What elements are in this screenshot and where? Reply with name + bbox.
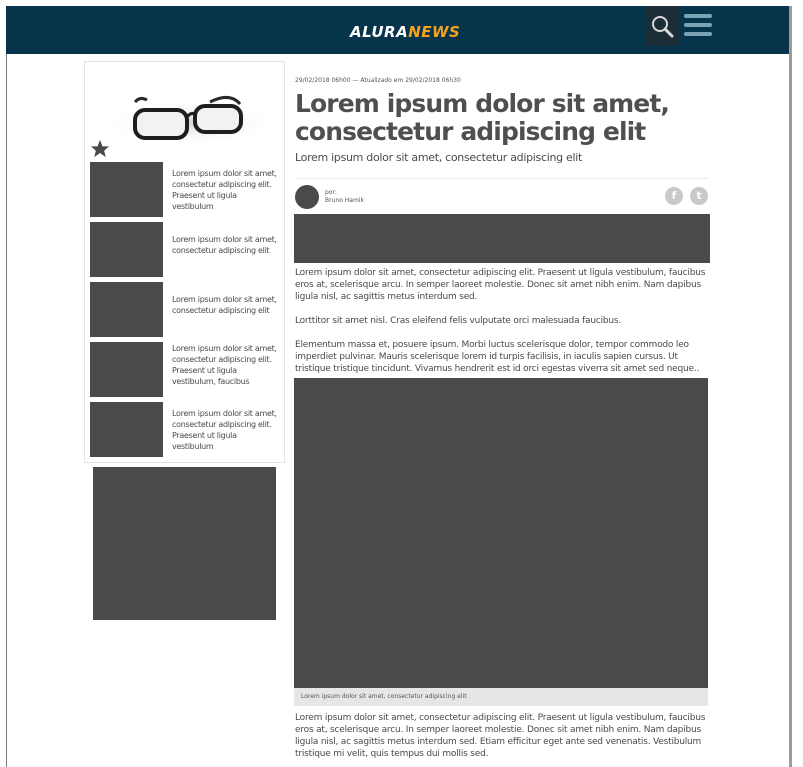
sidebar-item-text: Lorem ipsum dolor sit amet, consectetur …	[172, 409, 277, 451]
article-paragraph-1: Lorem ipsum dolor sit amet, consectetur …	[295, 268, 706, 302]
author-prefix: por:	[325, 189, 337, 196]
sidebar-item-text: Lorem ipsum dolor sit amet, consectetur …	[172, 235, 277, 255]
article-paragraph-3: Elementum massa et, posuere ipsum. Morbi…	[295, 340, 700, 374]
article-paragraph-2: Lorttitor sit amet nisl. Cras eleifend f…	[295, 316, 622, 326]
star-icon[interactable]	[90, 139, 110, 158]
article-timestamp: 29/02/2018 06h00 — Atualizado em 29/02/2…	[295, 77, 461, 84]
logo-text-news: NEWS	[408, 23, 461, 41]
sidebar-ad-placeholder[interactable]	[93, 467, 276, 620]
site-logo[interactable]: ALURANEWS	[350, 23, 460, 41]
author-byline: por: Bruno Hamik	[325, 189, 364, 205]
facebook-share-icon[interactable]: f	[665, 187, 683, 205]
sidebar-item-text: Lorem ipsum dolor sit amet, consectetur …	[172, 169, 277, 211]
sidebar-thumbnail	[90, 402, 163, 457]
twitter-share-icon[interactable]: t	[690, 187, 708, 205]
sidebar-thumbnail	[90, 222, 163, 277]
sidebar-item-3[interactable]: Lorem ipsum dolor sit amet, consectetur …	[90, 282, 280, 338]
sidebar-item-2[interactable]: Lorem ipsum dolor sit amet, consectetur …	[90, 222, 280, 278]
page-edge-shadow	[789, 6, 792, 767]
article-title: Lorem ipsum dolor sit amet, consectetur …	[295, 89, 670, 146]
sidebar-item-4[interactable]: Lorem ipsum dolor sit amet, consectetur …	[90, 342, 280, 398]
article-banner-image	[294, 214, 710, 263]
logo-text-alura: ALURA	[350, 23, 409, 41]
divider	[295, 178, 708, 179]
image-caption: Lorem ipsum dolor sit amet, consectetur …	[294, 688, 708, 706]
sidebar-thumbnail	[90, 162, 163, 217]
menu-button[interactable]	[684, 14, 712, 42]
article-subtitle: Lorem ipsum dolor sit amet, consectetur …	[295, 151, 582, 164]
sidebar-thumbnail	[90, 342, 163, 397]
author-name[interactable]: Bruno Hamik	[325, 197, 364, 205]
sidebar-item-5[interactable]: Lorem ipsum dolor sit amet, consectetur …	[90, 402, 280, 458]
article-main-image	[294, 378, 708, 688]
sidebar-item-text: Lorem ipsum dolor sit amet, consectetur …	[172, 344, 277, 386]
search-icon	[652, 16, 674, 38]
eyeglasses-image[interactable]	[85, 62, 284, 160]
author-avatar[interactable]	[295, 185, 319, 209]
sidebar-item-text: Lorem ipsum dolor sit amet, consectetur …	[172, 295, 277, 315]
article-paragraph-4: Lorem ipsum dolor sit amet, consectetur …	[295, 713, 706, 759]
sidebar-item-1[interactable]: Lorem ipsum dolor sit amet, consectetur …	[90, 162, 280, 218]
sidebar-thumbnail	[90, 282, 163, 337]
search-button[interactable]	[645, 6, 679, 46]
hamburger-menu-icon	[684, 14, 712, 18]
